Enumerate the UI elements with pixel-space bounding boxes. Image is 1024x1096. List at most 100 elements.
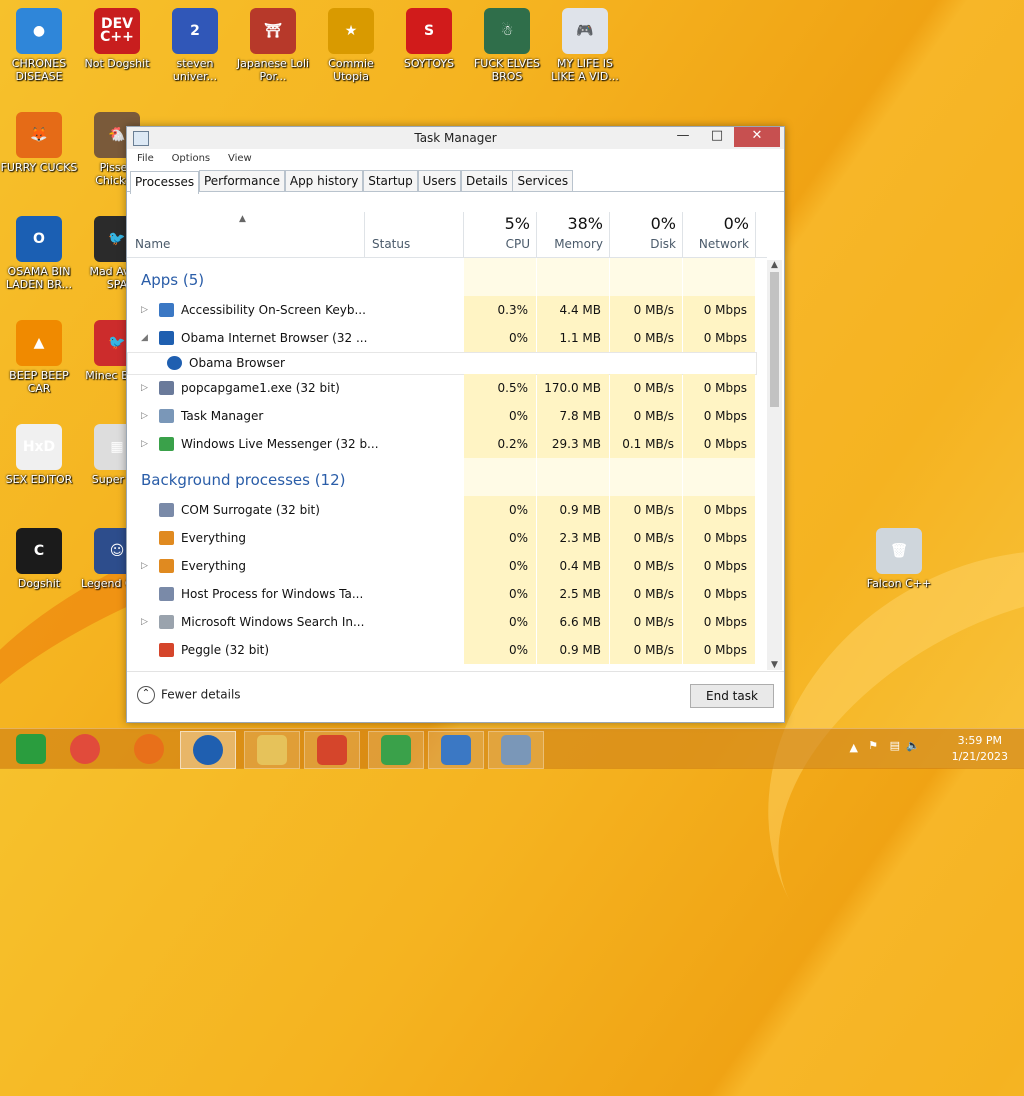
taskbar-firefox-button[interactable] (122, 731, 176, 767)
process-row[interactable]: ▷ Task Manager 0% 7.8 MB 0 MB/s 0 Mbps (127, 402, 767, 430)
flag-icon[interactable]: ⚑ (868, 739, 878, 752)
tab-app-history[interactable]: App history (284, 170, 364, 191)
heat-cell (464, 458, 536, 496)
process-disk: 0 MB/s (633, 531, 674, 545)
tab-processes[interactable]: Processes (130, 171, 200, 194)
desktop-icon[interactable]: 2 steven univer... (156, 8, 234, 83)
desktop-icon-image: 🗑 (876, 528, 922, 574)
desktop-icon[interactable]: ⛩ Japanese Loli Por... (234, 8, 312, 83)
column-network[interactable]: 0% Network (683, 212, 756, 257)
title-bar[interactable]: Task Manager — □ ✕ (127, 127, 784, 149)
task-manager-icon (501, 735, 531, 765)
expand-chevron-icon[interactable]: ▷ (141, 552, 148, 580)
column-name[interactable]: ▲ Name (127, 212, 365, 257)
desktop-icon[interactable]: ▲ BEEP BEEP CAR (0, 320, 78, 395)
taskbar-task-manager-button[interactable] (488, 731, 544, 769)
process-row[interactable]: ▷ popcapgame1.exe (32 bit) 0.5% 170.0 MB 0 M… (127, 374, 767, 402)
process-row[interactable]: ▷ Everything 0% 0.4 MB 0 MB/s 0 Mbps (127, 552, 767, 580)
process-row[interactable]: ▷ Microsoft Windows Search In... 0% 6.6 MB 0… (127, 608, 767, 636)
column-disk[interactable]: 0% Disk (610, 212, 683, 257)
taskbar-chrome-button[interactable] (58, 731, 112, 767)
process-row[interactable]: ◢ Obama Internet Browser (32 ... 0% 1.1 MB 0… (127, 324, 767, 352)
process-icon (159, 437, 174, 451)
desktop-icon[interactable]: HxD SEX EDITOR (0, 424, 78, 486)
taskbar-on-screen-keyboard-button[interactable] (428, 731, 484, 769)
scroll-up-icon[interactable]: ▲ (767, 260, 782, 270)
expand-chevron-icon[interactable]: ▷ (141, 430, 148, 458)
process-cpu: 0% (508, 559, 528, 573)
menu-options[interactable]: Options (172, 149, 211, 169)
messenger-icon (381, 735, 411, 765)
process-icon (159, 303, 174, 317)
process-icon (159, 587, 174, 601)
process-child-row[interactable]: Obama Browser (127, 352, 767, 375)
tab-details[interactable]: Details (461, 170, 513, 191)
desktop-icon-image: ★ (328, 8, 374, 54)
volume-icon[interactable]: 🔈 (906, 739, 920, 752)
desktop-icon[interactable]: ★ Commie Utopia (312, 8, 390, 83)
expand-chevron-icon[interactable]: ◢ (141, 324, 148, 352)
process-row[interactable]: COM Surrogate (32 bit) 0% 0.9 MB 0 MB/s 0 Mb… (127, 496, 767, 524)
desktop-icon[interactable]: C Dogshit (0, 528, 78, 590)
group-header[interactable]: Background processes (12) (127, 458, 767, 496)
taskbar-obama-browser-button[interactable] (180, 731, 236, 769)
process-disk: 0 MB/s (633, 643, 674, 657)
footer: ⌃ Fewer details End task (127, 671, 784, 722)
tab-performance[interactable]: Performance (198, 170, 286, 191)
process-row[interactable]: Everything 0% 2.3 MB 0 MB/s 0 Mbps (127, 524, 767, 552)
scroll-down-icon[interactable]: ▼ (767, 660, 782, 670)
desktop-icon[interactable]: ☃ FUCK ELVES BROS (468, 8, 546, 83)
process-name: COM Surrogate (32 bit) (181, 503, 320, 517)
on-screen-keyboard-icon (441, 735, 471, 765)
tab-services[interactable]: Services (512, 170, 574, 191)
column-status[interactable]: Status (364, 212, 464, 257)
desktop-icon-image: S (406, 8, 452, 54)
column-cpu[interactable]: 5% CPU (464, 212, 537, 257)
column-memory[interactable]: 38% Memory (537, 212, 610, 257)
show-hidden-icons-icon[interactable]: ▲ (850, 741, 858, 754)
process-icon (159, 643, 174, 657)
fewer-details-button[interactable]: ⌃ Fewer details (137, 686, 241, 704)
process-row[interactable]: Peggle (32 bit) 0% 0.9 MB 0 MB/s 0 Mbps (127, 636, 767, 664)
desktop-icon[interactable]: ● CHRONES DISEASE (0, 8, 78, 83)
process-row[interactable]: Host Process for Windows Ta... 0% 2.5 MB 0 … (127, 580, 767, 608)
taskbar-desktop-start-button[interactable] (4, 731, 58, 767)
process-disk: 0.1 MB/s (622, 437, 674, 451)
maximize-button[interactable]: □ (702, 127, 732, 147)
taskbar-file-explorer-button[interactable] (244, 731, 300, 769)
group-header[interactable]: Apps (5) (127, 258, 767, 296)
desktop-icon[interactable]: DEV C++ Not Dogshit (78, 8, 156, 70)
clock[interactable]: 3:59 PM 1/21/2023 (952, 733, 1008, 765)
vertical-scrollbar[interactable]: ▲ ▼ (767, 260, 782, 670)
menu-view[interactable]: View (228, 149, 252, 169)
expand-chevron-icon[interactable]: ▷ (141, 374, 148, 402)
process-row[interactable]: ▷ Windows Live Messenger (32 b... 0.2% 29.3… (127, 430, 767, 458)
expand-chevron-icon[interactable]: ▷ (141, 608, 148, 636)
desktop-icon[interactable]: 🗑 Falcon C++ (860, 528, 938, 590)
tab-users[interactable]: Users (417, 170, 462, 191)
menu-file[interactable]: File (137, 149, 154, 169)
process-mem: 6.6 MB (559, 615, 601, 629)
scroll-thumb[interactable] (770, 272, 779, 407)
desktop-icon[interactable]: 🎮 MY LIFE IS LIKE A VID... (546, 8, 624, 83)
expand-chevron-icon[interactable]: ▷ (141, 402, 148, 430)
tab-startup[interactable]: Startup (363, 170, 418, 191)
process-disk: 0 MB/s (633, 409, 674, 423)
taskbar-popcap-button[interactable] (304, 731, 360, 769)
minimize-button[interactable]: — (668, 127, 698, 147)
desktop-icon[interactable]: O OSAMA BIN LADEN BR... (0, 216, 78, 291)
desktop-icon[interactable]: S SOYTOYS (390, 8, 468, 70)
chrome-icon (70, 734, 100, 764)
network-icon[interactable]: ▤ (890, 739, 900, 752)
file-explorer-icon (257, 735, 287, 765)
taskbar-messenger-button[interactable] (368, 731, 424, 769)
heat-cell (683, 458, 755, 496)
expand-chevron-icon[interactable]: ▷ (141, 296, 148, 324)
process-row[interactable]: ▷ Accessibility On-Screen Keyb... 0.3% 4.4 … (127, 296, 767, 324)
end-task-button[interactable]: End task (690, 684, 774, 708)
close-button[interactable]: ✕ (734, 127, 780, 147)
desktop-icon-image: ▲ (16, 320, 62, 366)
desktop-icon[interactable]: 🦊 FURRY CUCKS (0, 112, 78, 174)
desktop-icon-label: Commie Utopia (328, 57, 374, 83)
process-name: Accessibility On-Screen Keyb... (181, 303, 366, 317)
